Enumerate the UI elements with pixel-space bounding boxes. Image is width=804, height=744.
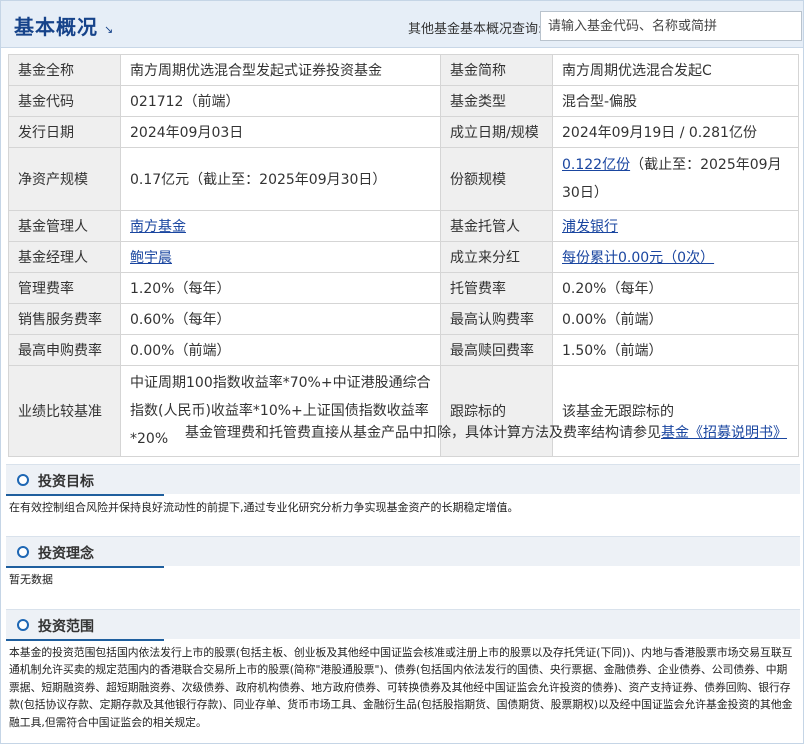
established-value: 2024年09月19日 / 0.281亿份	[552, 116, 799, 148]
net-assets-label: 净资产规模	[8, 147, 121, 211]
fee-note: 基金管理费和托管费直接从基金产品中扣除，具体计算方法及费率结构请参见基金《招募说…	[1, 422, 787, 442]
section-bullet-icon	[17, 474, 29, 486]
fund-manager-link[interactable]: 鲍宇晨	[130, 250, 172, 266]
mgmt-fee-value: 1.20%（每年）	[120, 272, 441, 304]
max-subscribe-value: 0.00%（前端）	[552, 303, 799, 335]
table-row: 基金全称 南方周期优选混合型发起式证券投资基金 基金简称 南方周期优选混合发起C	[8, 54, 799, 86]
issue-date-value: 2024年09月03日	[120, 116, 441, 148]
section-title: 投资目标	[38, 474, 94, 490]
dividend-label: 成立来分红	[440, 241, 553, 273]
table-row: 发行日期 2024年09月03日 成立日期/规模 2024年09月19日 / 0…	[8, 116, 799, 148]
section-text: 暂无数据	[9, 573, 53, 586]
custodian-link[interactable]: 浦发银行	[562, 219, 618, 235]
sales-fee-label: 销售服务费率	[8, 303, 121, 335]
dividend-link[interactable]: 每份累计0.00元（0次）	[562, 250, 714, 266]
max-redeem-value: 1.50%（前端）	[552, 334, 799, 366]
expand-arrow-icon[interactable]: ↘	[104, 23, 113, 36]
section-header: 投资理念	[6, 536, 800, 566]
fund-manager-cell: 鲍宇晨	[120, 241, 441, 273]
full-name-label: 基金全称	[8, 54, 121, 86]
page-title: 基本概况	[14, 15, 98, 39]
sales-fee-value: 0.60%（每年）	[120, 303, 441, 335]
benchmark-value: 中证周期100指数收益率*70%+中证港股通综合指数(人民币)收益率*10%+上…	[120, 365, 441, 457]
max-purchase-label: 最高申购费率	[8, 334, 121, 366]
established-label: 成立日期/规模	[440, 116, 553, 148]
mgmt-fee-label: 管理费率	[8, 272, 121, 304]
manager-link[interactable]: 南方基金	[130, 219, 186, 235]
tracking-label: 跟踪标的	[440, 365, 553, 457]
investment-goal-section: 投资目标 在有效控制组合风险并保持良好流动性的前提下,通过专业化研究分析力争实现…	[6, 453, 800, 516]
benchmark-label: 业绩比较基准	[8, 365, 121, 457]
table-row: 管理费率 1.20%（每年） 托管费率 0.20%（每年）	[8, 272, 799, 304]
custody-fee-value: 0.20%（每年）	[552, 272, 799, 304]
investment-scope-section: 投资范围 本基金的投资范围包括国内依法发行上市的股票(包括主板、创业板及其他经中…	[6, 598, 800, 731]
type-value: 混合型-偏股	[552, 85, 799, 117]
section-bullet-icon	[17, 546, 29, 558]
dividend-cell: 每份累计0.00元（0次）	[552, 241, 799, 273]
shares-label: 份额规模	[440, 147, 553, 211]
header-bar: 基本概况 ↘ 其他基金基本概况查询:	[1, 1, 803, 48]
max-purchase-value: 0.00%（前端）	[120, 334, 441, 366]
section-text: 本基金的投资范围包括国内依法发行上市的股票(包括主板、创业板及其他经中国证监会核…	[9, 646, 793, 729]
table-row: 基金代码 021712（前端） 基金类型 混合型-偏股	[8, 85, 799, 117]
section-underline	[6, 639, 164, 641]
code-value: 021712（前端）	[120, 85, 441, 117]
search-label: 其他基金基本概况查询:	[408, 22, 543, 37]
table-row: 基金管理人 南方基金 基金托管人 浦发银行	[8, 210, 799, 242]
table-row: 业绩比较基准 中证周期100指数收益率*70%+中证港股通综合指数(人民币)收益…	[8, 365, 799, 457]
max-subscribe-label: 最高认购费率	[440, 303, 553, 335]
fund-search-input[interactable]	[540, 11, 802, 41]
table-row: 净资产规模 0.17亿元（截止至：2025年09月30日） 份额规模 0.122…	[8, 147, 799, 211]
table-row: 基金经理人 鲍宇晨 成立来分红 每份累计0.00元（0次）	[8, 241, 799, 273]
type-label: 基金类型	[440, 85, 553, 117]
short-name-label: 基金简称	[440, 54, 553, 86]
fee-note-text: 基金管理费和托管费直接从基金产品中扣除，具体计算方法及费率结构请参见	[185, 425, 661, 441]
net-assets-value: 0.17亿元（截止至：2025年09月30日）	[120, 147, 441, 211]
section-text: 在有效控制组合风险并保持良好流动性的前提下,通过专业化研究分析力争实现基金资产的…	[9, 501, 519, 514]
section-title: 投资理念	[38, 546, 94, 562]
shares-value: 0.122亿份（截止至：2025年09月30日）	[552, 147, 799, 211]
section-underline	[6, 494, 164, 496]
table-row: 销售服务费率 0.60%（每年） 最高认购费率 0.00%（前端）	[8, 303, 799, 335]
fund-manager-label: 基金经理人	[8, 241, 121, 273]
short-name-value: 南方周期优选混合发起C	[552, 54, 799, 86]
custody-fee-label: 托管费率	[440, 272, 553, 304]
custodian-cell: 浦发银行	[552, 210, 799, 242]
prospectus-link[interactable]: 基金《招募说明书》	[661, 425, 787, 441]
manager-label: 基金管理人	[8, 210, 121, 242]
shares-link[interactable]: 0.122亿份	[562, 157, 630, 173]
fund-overview-page: 基本概况 ↘ 其他基金基本概况查询: 基金全称 南方周期优选混合型发起式证券投资…	[0, 0, 804, 744]
code-label: 基金代码	[8, 85, 121, 117]
investment-idea-section: 投资理念 暂无数据	[6, 525, 800, 588]
tracking-value: 该基金无跟踪标的	[552, 365, 799, 457]
full-name-value: 南方周期优选混合型发起式证券投资基金	[120, 54, 441, 86]
issue-date-label: 发行日期	[8, 116, 121, 148]
section-header: 投资范围	[6, 609, 800, 639]
manager-cell: 南方基金	[120, 210, 441, 242]
section-title: 投资范围	[38, 619, 94, 635]
section-underline	[6, 566, 164, 568]
table-row: 最高申购费率 0.00%（前端） 最高赎回费率 1.50%（前端）	[8, 334, 799, 366]
custodian-label: 基金托管人	[440, 210, 553, 242]
fund-info-table: 基金全称 南方周期优选混合型发起式证券投资基金 基金简称 南方周期优选混合发起C…	[8, 54, 799, 457]
section-bullet-icon	[17, 619, 29, 631]
section-header: 投资目标	[6, 464, 800, 494]
max-redeem-label: 最高赎回费率	[440, 334, 553, 366]
